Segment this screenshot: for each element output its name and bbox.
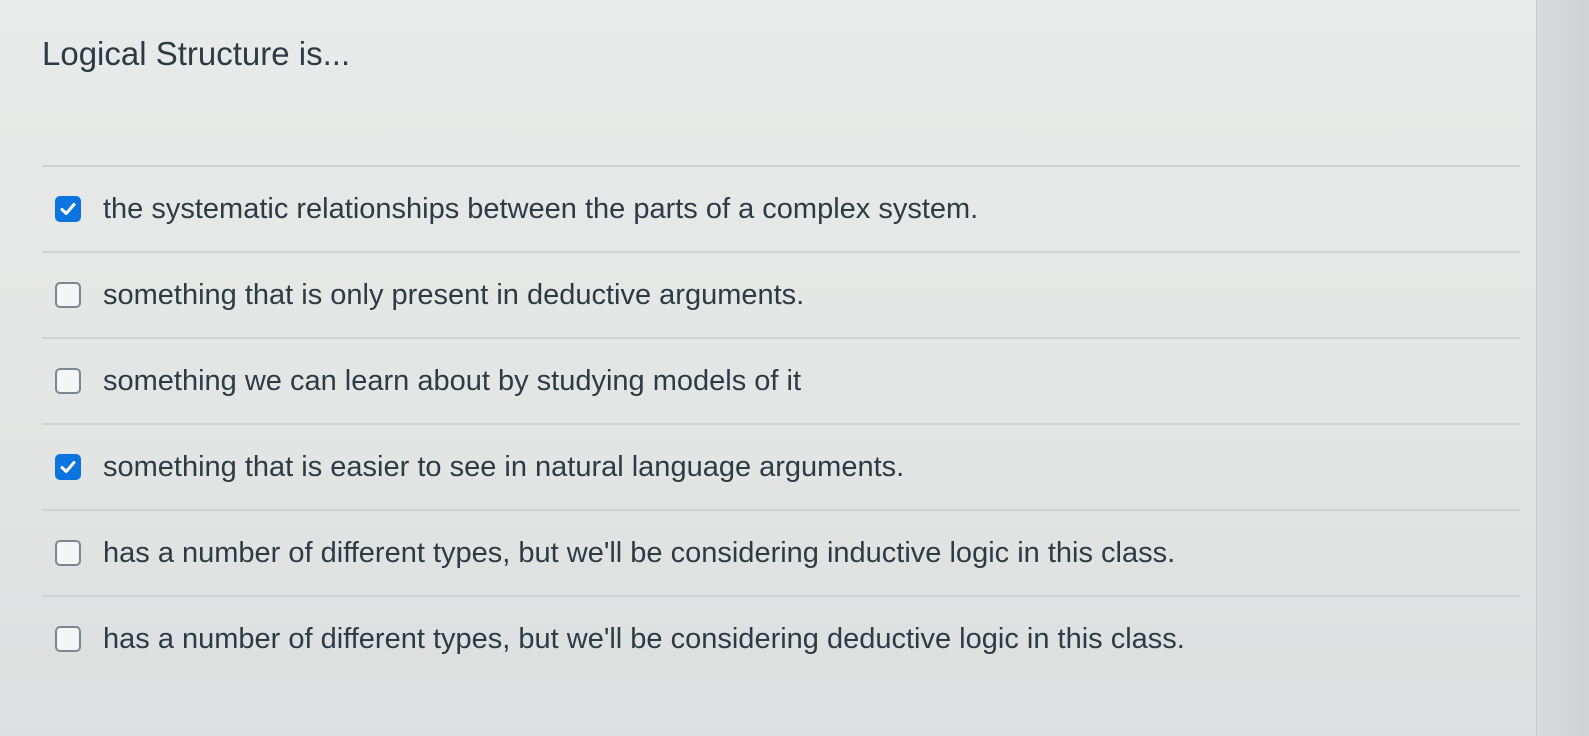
answer-checkbox[interactable] — [55, 282, 81, 308]
checkmark-icon — [60, 461, 76, 473]
answer-label[interactable]: something that is only present in deduct… — [103, 275, 804, 315]
page-edge — [1536, 0, 1589, 736]
answer-label[interactable]: the systematic relationships between the… — [103, 189, 978, 229]
question-title: Logical Structure is... — [42, 35, 351, 72]
answer-option-5[interactable]: has a number of different types, but we'… — [42, 509, 1520, 595]
answer-checkbox[interactable] — [55, 196, 81, 222]
answer-checkbox[interactable] — [55, 626, 81, 652]
answer-label[interactable]: has a number of different types, but we'… — [103, 619, 1185, 659]
answer-option-1[interactable]: the systematic relationships between the… — [42, 165, 1520, 251]
answer-checkbox[interactable] — [55, 454, 81, 480]
answer-option-2[interactable]: something that is only present in deduct… — [42, 251, 1520, 337]
quiz-question: Logical Structure is... the systematic r… — [0, 0, 1540, 736]
answer-label[interactable]: something we can learn about by studying… — [103, 361, 801, 401]
answer-checkbox[interactable] — [55, 540, 81, 566]
checkmark-icon — [60, 203, 76, 215]
answer-option-6[interactable]: has a number of different types, but we'… — [42, 595, 1520, 681]
answer-label[interactable]: something that is easier to see in natur… — [103, 447, 904, 487]
answer-option-4[interactable]: something that is easier to see in natur… — [42, 423, 1520, 509]
answer-option-3[interactable]: something we can learn about by studying… — [42, 337, 1520, 423]
answer-label[interactable]: has a number of different types, but we'… — [103, 533, 1175, 573]
answer-checkbox[interactable] — [55, 368, 81, 394]
answer-list: the systematic relationships between the… — [42, 165, 1520, 681]
